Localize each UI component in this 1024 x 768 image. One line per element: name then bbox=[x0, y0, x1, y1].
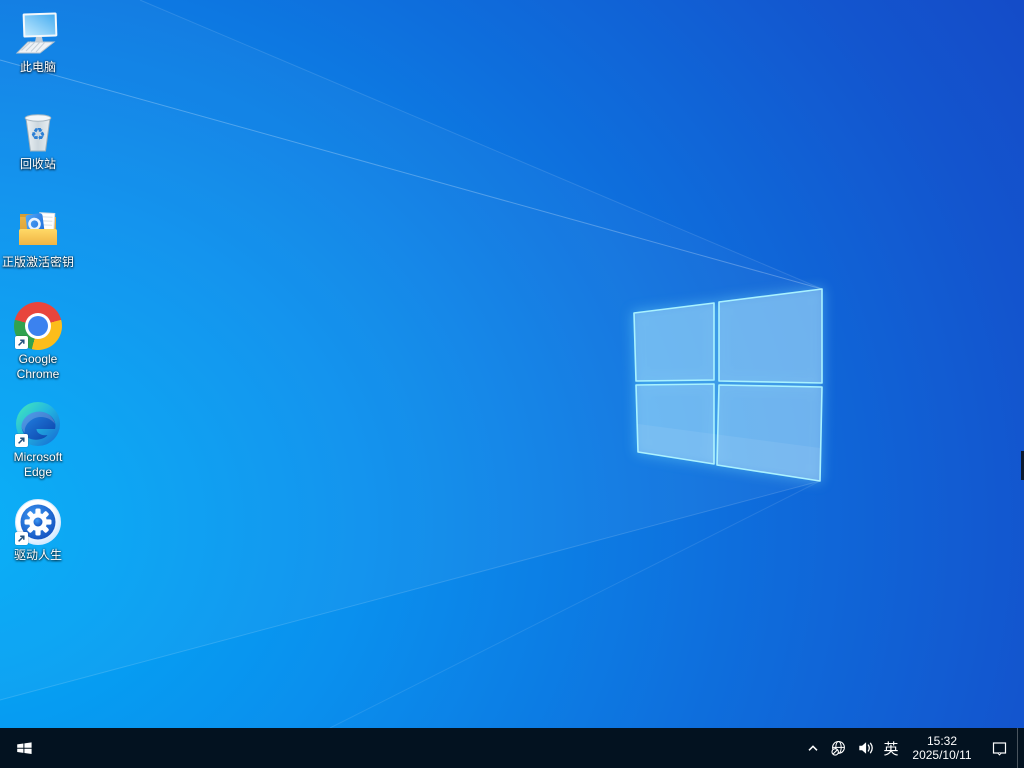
wallpaper-light-rays bbox=[0, 0, 823, 728]
ime-language-indicator[interactable]: 英 bbox=[879, 728, 903, 768]
network-tray-button[interactable] bbox=[825, 728, 851, 768]
hidden-icons-button[interactable] bbox=[801, 728, 825, 768]
system-tray: 英 15:32 2025/10/11 bbox=[801, 728, 1024, 768]
volume-tray-button[interactable] bbox=[851, 728, 879, 768]
icon-label: 正版激活密钥 bbox=[1, 255, 74, 269]
icon-label: 回收站 bbox=[19, 157, 56, 171]
edge-icon bbox=[14, 400, 62, 448]
shortcut-arrow-icon bbox=[15, 532, 28, 545]
desktop-wallpaper[interactable]: 此电脑 ♻ 回收站 正版激活密钥 Google Chrome Microsoft… bbox=[0, 0, 1024, 728]
windows-desktop-screen: 此电脑 ♻ 回收站 正版激活密钥 Google Chrome Microsoft… bbox=[0, 0, 1024, 768]
icon-label: Google Chrome bbox=[16, 352, 60, 381]
volume-icon bbox=[858, 742, 873, 754]
desktop-icon-microsoft-edge[interactable]: Microsoft Edge bbox=[0, 400, 76, 480]
clock-time: 15:32 bbox=[926, 734, 958, 748]
clock-date: 2025/10/11 bbox=[912, 748, 972, 762]
shortcut-arrow-icon bbox=[15, 434, 28, 447]
desktop-icon-recycle-bin[interactable]: ♻ 回收站 bbox=[0, 107, 76, 172]
icon-label: Microsoft Edge bbox=[13, 450, 63, 479]
taskbar: 英 15:32 2025/10/11 bbox=[0, 728, 1024, 768]
folder-key-icon bbox=[14, 205, 62, 253]
chevron-up-icon bbox=[808, 745, 818, 751]
desktop-icon-this-pc[interactable]: 此电脑 bbox=[0, 10, 76, 75]
action-center-button[interactable] bbox=[981, 728, 1017, 768]
icon-label: 驱动人生 bbox=[13, 548, 62, 562]
network-globe-no-internet-icon bbox=[830, 740, 845, 756]
desktop-icon-google-chrome[interactable]: Google Chrome bbox=[0, 302, 76, 382]
taskbar-clock[interactable]: 15:32 2025/10/11 bbox=[903, 728, 981, 768]
this-pc-icon bbox=[14, 10, 62, 58]
start-button[interactable] bbox=[0, 728, 48, 768]
svg-text:♻: ♻ bbox=[30, 125, 45, 145]
chrome-icon bbox=[14, 302, 62, 350]
shortcut-arrow-icon bbox=[15, 336, 28, 349]
windows-flag-icon bbox=[16, 741, 32, 754]
gear-badge-icon bbox=[14, 498, 62, 546]
desktop-icon-driver-life[interactable]: 驱动人生 bbox=[0, 498, 76, 563]
show-desktop-button[interactable] bbox=[1017, 728, 1024, 768]
icon-label: 此电脑 bbox=[19, 60, 56, 74]
action-center-icon bbox=[992, 741, 1006, 756]
recycle-bin-icon: ♻ bbox=[14, 107, 62, 155]
desktop-icon-activation-key-folder[interactable]: 正版激活密钥 bbox=[0, 205, 76, 270]
